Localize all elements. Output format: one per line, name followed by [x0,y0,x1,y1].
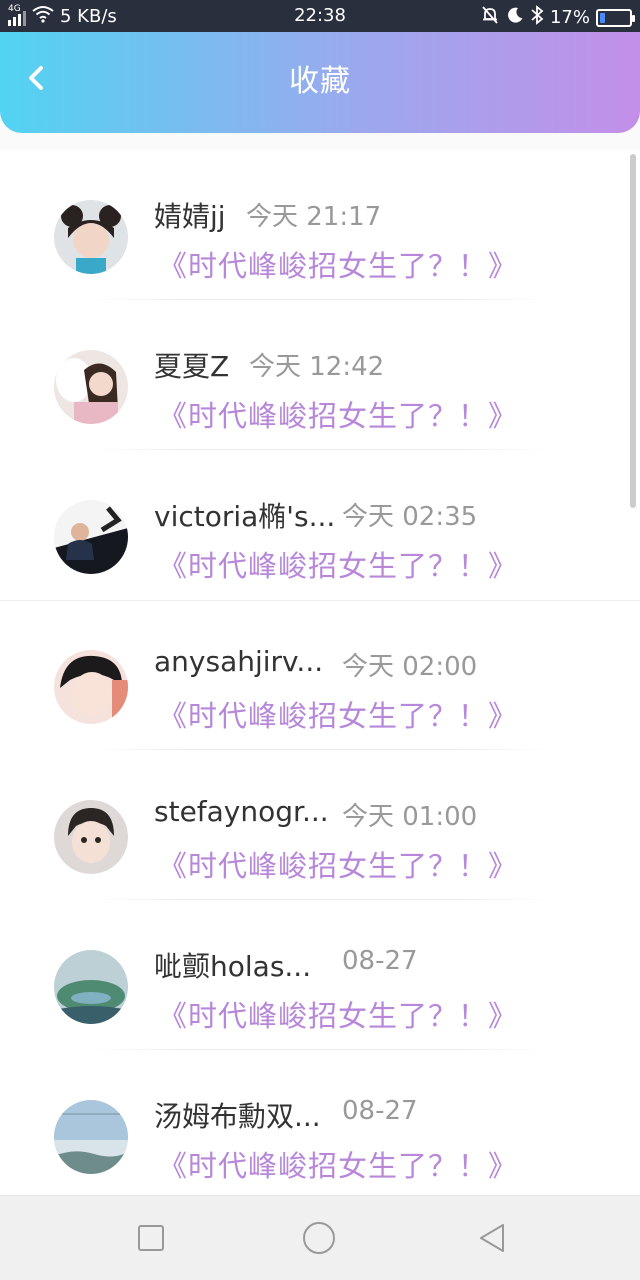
system-back-button[interactable] [474,1220,510,1256]
status-bar: 4G 5 KB/s 22:38 17% [0,0,640,32]
recent-apps-button[interactable] [133,1220,169,1256]
favorite-item[interactable]: victoria椭's... 今天 02:35 《时代峰峻招女生了？！》 [0,450,640,600]
home-button[interactable] [301,1220,337,1256]
battery-icon [596,8,635,27]
favorite-time: 今天 02:35 [342,502,478,532]
post-title-link[interactable]: 《时代峰峻招女生了？！》 [158,993,518,1035]
avatar[interactable] [54,200,128,274]
moon-icon [506,6,524,29]
page-title: 收藏 [289,64,351,99]
mute-icon [480,5,500,30]
avatar[interactable] [54,950,128,1024]
screen: 4G 5 KB/s 22:38 17% 收藏 婧婧jj 今天 21:17 《时代… [0,0,640,1280]
bluetooth-icon [530,5,544,30]
home-icon [303,1222,335,1254]
favorite-time: 今天 01:00 [342,802,478,832]
post-title-link[interactable]: 《时代峰峻招女生了？！》 [158,843,518,885]
user-name[interactable]: stefaynogr... [154,795,329,828]
user-name[interactable]: 夏夏Z [154,345,229,385]
favorite-item[interactable]: anysahjirv... 今天 02:00 《时代峰峻招女生了？！》 [0,600,640,750]
favorite-time: 08-27 [342,1096,418,1126]
status-right: 17% [480,5,635,30]
battery-fill [600,12,605,23]
back-icon [480,1224,504,1252]
favorite-item[interactable]: 汤姆布勳双... 08-27 《时代峰峻招女生了？！》 [0,1050,640,1195]
favorite-time: 08-27 [342,946,418,976]
favorite-item[interactable]: 呲颤holas... 08-27 《时代峰峻招女生了？！》 [0,900,640,1050]
avatar[interactable] [54,500,128,574]
favorite-time: 今天 21:17 [246,202,382,232]
avatar[interactable] [54,350,128,424]
post-title-link[interactable]: 《时代峰峻招女生了？！》 [158,543,518,585]
navigation-bar [0,1195,640,1280]
user-name[interactable]: 呲颤holas... [154,945,311,985]
post-title-link[interactable]: 《时代峰峻招女生了？！》 [158,243,518,285]
post-title-link[interactable]: 《时代峰峻招女生了？！》 [158,693,518,735]
user-name[interactable]: 汤姆布勳双... [154,1095,321,1135]
favorite-time: 今天 02:00 [342,652,478,682]
avatar[interactable] [54,800,128,874]
favorite-item[interactable]: 夏夏Z 今天 12:42 《时代峰峻招女生了？！》 [0,300,640,450]
user-name[interactable]: 婧婧jj [154,195,226,235]
post-title-link[interactable]: 《时代峰峻招女生了？！》 [158,1143,518,1185]
user-name[interactable]: anysahjirv... [154,645,323,678]
favorite-item[interactable]: stefaynogr... 今天 01:00 《时代峰峻招女生了？！》 [0,750,640,900]
favorite-item[interactable]: 婧婧jj 今天 21:17 《时代峰峻招女生了？！》 [0,150,640,300]
avatar[interactable] [54,1100,128,1174]
battery-percent: 17% [549,7,590,28]
scrollbar[interactable] [630,154,636,508]
user-name[interactable]: victoria椭's... [154,495,335,535]
post-title-link[interactable]: 《时代峰峻招女生了？！》 [158,393,518,435]
favorite-time: 今天 12:42 [249,352,385,382]
favorites-list[interactable]: 婧婧jj 今天 21:17 《时代峰峻招女生了？！》 夏夏Z 今天 12:42 … [0,150,640,1195]
recent-apps-icon [138,1225,164,1251]
header: 收藏 [0,32,640,133]
avatar[interactable] [54,650,128,724]
